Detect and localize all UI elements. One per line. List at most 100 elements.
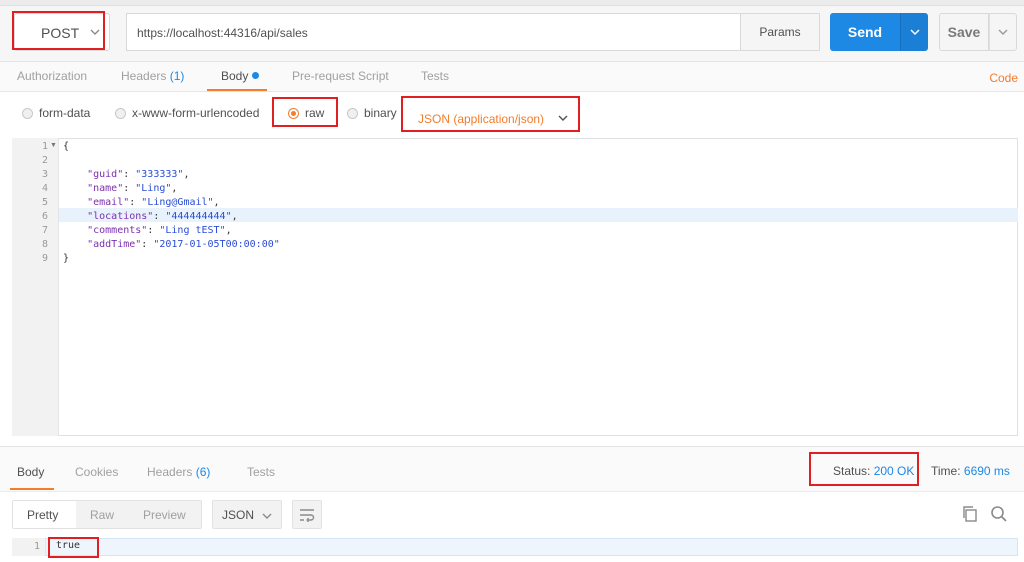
radio-form-data-label: form-data — [39, 106, 91, 120]
wrap-lines-button[interactable] — [292, 500, 322, 529]
json-value: "Ling tEST" — [159, 225, 226, 236]
content-type-select[interactable]: JSON (application/json) — [418, 112, 569, 126]
json-value: "2017-01-05T00:00:00" — [153, 239, 280, 250]
json-value: "333333" — [135, 169, 184, 180]
preview-button[interactable]: Preview — [143, 508, 186, 522]
code-line: "guid": "333333", — [87, 169, 190, 180]
chevron-down-icon — [998, 29, 1008, 35]
radio-circle-icon — [22, 107, 33, 119]
radio-circle-icon — [115, 107, 126, 119]
radio-selected-icon — [288, 107, 299, 119]
line-number: 2 — [41, 155, 48, 166]
chevron-down-icon — [909, 29, 920, 36]
json-key: "addTime" — [87, 239, 142, 250]
line-number: 8 — [41, 239, 48, 250]
json-comma: , — [231, 211, 238, 222]
radio-binary-label: binary — [364, 106, 397, 120]
tab-body-label: Body — [221, 69, 249, 83]
json-comma: , — [213, 197, 220, 208]
line-number: 6 — [41, 211, 48, 222]
code-line: "name": "Ling", — [87, 183, 178, 194]
json-comma: , — [183, 169, 190, 180]
response-tab-headers-label: Headers — [147, 465, 193, 479]
save-button[interactable]: Save — [939, 13, 989, 51]
url-input[interactable]: https://localhost:44316/api/sales — [126, 13, 740, 51]
response-body-viewer[interactable] — [12, 538, 1018, 556]
radio-raw-label: raw — [305, 106, 325, 120]
line-number: 9 — [41, 253, 48, 264]
send-button[interactable]: Send — [830, 13, 900, 51]
search-icon[interactable] — [990, 505, 1008, 523]
method-label: POST — [41, 25, 80, 41]
content-type-label: JSON (application/json) — [418, 112, 545, 126]
radio-raw[interactable]: raw — [288, 106, 324, 120]
tab-tests[interactable]: Tests — [421, 69, 449, 83]
code-link[interactable]: Code — [989, 71, 1018, 85]
response-body-text: true — [56, 540, 81, 551]
json-key: "guid" — [87, 169, 124, 180]
tab-headers[interactable]: Headers (1) — [121, 69, 184, 83]
tab-prerequest-script[interactable]: Pre-request Script — [292, 69, 389, 83]
fold-arrow-icon[interactable]: ▼ — [50, 142, 57, 149]
tab-body[interactable]: Body — [221, 69, 260, 83]
json-value: "Ling" — [135, 183, 172, 194]
pretty-button[interactable]: Pretty — [27, 508, 58, 522]
raw-view-button[interactable]: Raw — [90, 508, 114, 522]
chevron-down-icon — [90, 29, 100, 35]
request-tabs: Authorization Headers (1) Body Pre-reque… — [0, 62, 1024, 92]
code-line: "comments": "Ling tEST", — [87, 225, 232, 236]
tab-authorization[interactable]: Authorization — [17, 69, 87, 83]
active-response-tab-indicator — [10, 488, 54, 490]
tab-headers-label: Headers — [121, 69, 167, 83]
close-brace: } — [63, 253, 70, 264]
active-tab-indicator — [207, 89, 267, 91]
json-value: "444444444" — [165, 211, 232, 222]
response-format-select[interactable]: JSON — [212, 500, 282, 529]
modified-dot-icon — [252, 72, 260, 79]
send-options-button[interactable] — [900, 13, 928, 51]
radio-form-data[interactable]: form-data — [22, 106, 90, 120]
response-tab-body[interactable]: Body — [17, 465, 44, 479]
radio-binary[interactable]: binary — [347, 106, 397, 120]
save-options-button[interactable] — [989, 13, 1017, 51]
response-tab-headers-count: (6) — [195, 465, 211, 479]
window-top-strip — [0, 0, 1024, 6]
code-line: { — [63, 140, 69, 154]
json-value: "Ling@Gmail" — [141, 197, 214, 208]
json-key: "email" — [87, 197, 130, 208]
response-tab-tests[interactable]: Tests — [247, 465, 275, 479]
status-value[interactable]: 200 OK — [874, 464, 915, 478]
line-number: 1 — [41, 141, 48, 152]
response-tab-cookies[interactable]: Cookies — [75, 465, 118, 479]
code-line: "email": "Ling@Gmail", — [87, 197, 220, 208]
chevron-down-icon — [262, 513, 272, 519]
method-select[interactable]: POST — [14, 13, 110, 51]
line-number: 4 — [41, 183, 48, 194]
response-time: Time: 6690 ms — [931, 464, 1010, 478]
line-number: 5 — [41, 197, 48, 208]
radio-urlencoded[interactable]: x-www-form-urlencoded — [115, 106, 259, 120]
radio-circle-icon — [347, 107, 358, 119]
code-line: } — [63, 252, 69, 266]
json-key: "name" — [87, 183, 124, 194]
copy-icon[interactable] — [961, 505, 979, 523]
line-number: 7 — [41, 225, 48, 236]
response-line-number: 1 — [33, 541, 40, 552]
params-button[interactable]: Params — [740, 13, 820, 51]
time-value[interactable]: 6690 ms — [964, 464, 1010, 478]
time-label: Time: — [931, 464, 961, 478]
response-format-label: JSON — [222, 508, 255, 522]
json-comma: , — [225, 225, 232, 236]
response-tab-headers[interactable]: Headers (6) — [147, 465, 210, 479]
open-brace: { — [63, 141, 70, 152]
tab-headers-count: (1) — [169, 69, 185, 83]
wrap-lines-icon — [300, 508, 315, 522]
radio-urlencoded-label: x-www-form-urlencoded — [132, 106, 260, 120]
code-line: "addTime": "2017-01-05T00:00:00" — [87, 239, 280, 250]
url-text: https://localhost:44316/api/sales — [137, 26, 308, 40]
chevron-down-icon — [558, 115, 568, 121]
json-comma: , — [171, 183, 178, 194]
line-number: 3 — [41, 169, 48, 180]
status-label: Status: — [833, 464, 871, 478]
response-status: Status: 200 OK — [833, 464, 914, 478]
